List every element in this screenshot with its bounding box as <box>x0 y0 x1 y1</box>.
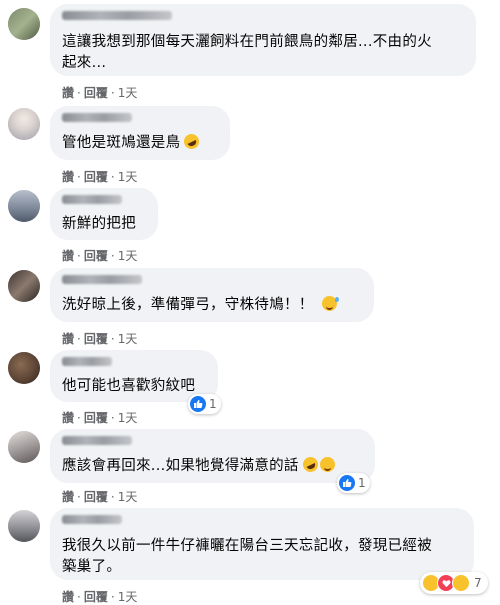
avatar[interactable] <box>8 270 40 302</box>
comment-bubble: 新鮮的把把 <box>50 188 158 240</box>
separator: · <box>110 332 115 346</box>
like-button[interactable]: 讚 <box>62 488 74 505</box>
avatar[interactable] <box>8 8 40 40</box>
comment-bubble: 洗好晾上後，準備彈弓，守株待鳩！！ <box>50 268 374 322</box>
separator: · <box>77 590 81 604</box>
comment-text-line: 他可能也喜歡豹紋吧 <box>62 378 196 394</box>
comment-text-line: 新鮮的把把 <box>62 216 136 232</box>
reply-button[interactable]: 回覆 <box>84 84 108 101</box>
separator: · <box>110 86 115 100</box>
avatar[interactable] <box>8 108 40 140</box>
commenter-name[interactable] <box>62 113 132 122</box>
rolling-laugh-emoji <box>181 131 202 152</box>
commenter-name[interactable] <box>62 515 122 524</box>
comment-bubble: 這讓我想到那個每天灑飼料在門前餵鳥的鄰居...不由的火 起來... <box>50 4 476 76</box>
comment-bubble: 我很久以前一件牛仔褲曬在陽台三天忘記收，發現已經被 築巢了。 <box>50 508 474 580</box>
commenter-name[interactable] <box>62 195 122 204</box>
like-button[interactable]: 讚 <box>62 84 74 101</box>
comment-text-line: 起來... <box>62 55 107 71</box>
grin-emoji <box>319 457 335 472</box>
reaction-count: 1 <box>358 476 366 490</box>
comment-text-line: 這讓我想到那個每天灑飼料在門前餵鳥的鄰居...不由的火 <box>62 34 432 50</box>
reply-button[interactable]: 回覆 <box>84 247 108 264</box>
separator: · <box>110 590 115 604</box>
comment-bubble: 應該會再回來...如果牠覺得滿意的話 <box>50 429 375 483</box>
comment-text-line: 應該會再回來...如果牠覺得滿意的話 <box>62 454 335 476</box>
rolling-laugh-emoji <box>300 454 321 475</box>
like-button[interactable]: 讚 <box>62 330 74 347</box>
separator: · <box>77 411 81 425</box>
commenter-name[interactable] <box>62 11 172 20</box>
reply-button[interactable]: 回覆 <box>84 488 108 505</box>
separator: · <box>77 86 81 100</box>
comment-text-line: 築巢了。 <box>62 559 122 575</box>
like-button[interactable]: 讚 <box>62 588 74 605</box>
reaction-count: 7 <box>474 576 482 590</box>
reaction-summary[interactable]: 7 <box>420 572 488 594</box>
comment-actions: 讚 · 回覆 · 1天 <box>62 330 137 347</box>
separator: · <box>77 249 81 263</box>
separator: · <box>110 170 115 184</box>
comment-actions: 讚 · 回覆 · 1天 <box>62 84 137 101</box>
avatar[interactable] <box>8 510 40 542</box>
reply-button[interactable]: 回覆 <box>84 168 108 185</box>
comment-text-line: 管他是斑鳩還是鳥 <box>62 131 202 153</box>
thumbs-up-icon <box>339 475 355 491</box>
separator: · <box>77 170 81 184</box>
reply-button[interactable]: 回覆 <box>84 409 108 426</box>
avatar[interactable] <box>8 190 40 222</box>
comment-actions: 讚 · 回覆 · 1天 <box>62 168 137 185</box>
comment-actions: 讚 · 回覆 · 1天 <box>62 588 137 605</box>
reply-button[interactable]: 回覆 <box>84 330 108 347</box>
separator: · <box>77 490 81 504</box>
comment-actions: 讚 · 回覆 · 1天 <box>62 488 137 505</box>
comment-actions: 讚 · 回覆 · 1天 <box>62 409 137 426</box>
timestamp[interactable]: 1天 <box>118 409 138 426</box>
like-button[interactable]: 讚 <box>62 168 74 185</box>
thumbs-up-icon <box>190 396 206 412</box>
avatar[interactable] <box>8 352 40 384</box>
separator: · <box>77 332 81 346</box>
comment-actions: 讚 · 回覆 · 1天 <box>62 247 137 264</box>
timestamp[interactable]: 1天 <box>118 84 138 101</box>
reply-button[interactable]: 回覆 <box>84 588 108 605</box>
reaction-summary[interactable]: 1 <box>337 473 370 493</box>
timestamp[interactable]: 1天 <box>118 168 138 185</box>
timestamp[interactable]: 1天 <box>118 330 138 347</box>
comment-text-line: 我很久以前一件牛仔褲曬在陽台三天忘記收，發現已經被 <box>62 538 432 554</box>
like-button[interactable]: 讚 <box>62 409 74 426</box>
comment-bubble: 管他是斑鳩還是鳥 <box>50 106 230 160</box>
commenter-name[interactable] <box>62 275 142 284</box>
comment-text-line: 洗好晾上後，準備彈弓，守株待鳩！！ <box>62 295 339 315</box>
reaction-count: 1 <box>209 397 217 411</box>
reaction-summary[interactable]: 1 <box>188 394 221 414</box>
timestamp[interactable]: 1天 <box>118 488 138 505</box>
wow-reaction-icon <box>452 574 470 592</box>
like-button[interactable]: 讚 <box>62 247 74 264</box>
avatar[interactable] <box>8 431 40 463</box>
timestamp[interactable]: 1天 <box>118 588 138 605</box>
commenter-name[interactable] <box>62 436 132 445</box>
commenter-name[interactable] <box>62 357 112 366</box>
timestamp[interactable]: 1天 <box>118 247 138 264</box>
sweat-smile-emoji <box>321 296 339 311</box>
separator: · <box>110 411 115 425</box>
separator: · <box>110 490 115 504</box>
separator: · <box>110 249 115 263</box>
